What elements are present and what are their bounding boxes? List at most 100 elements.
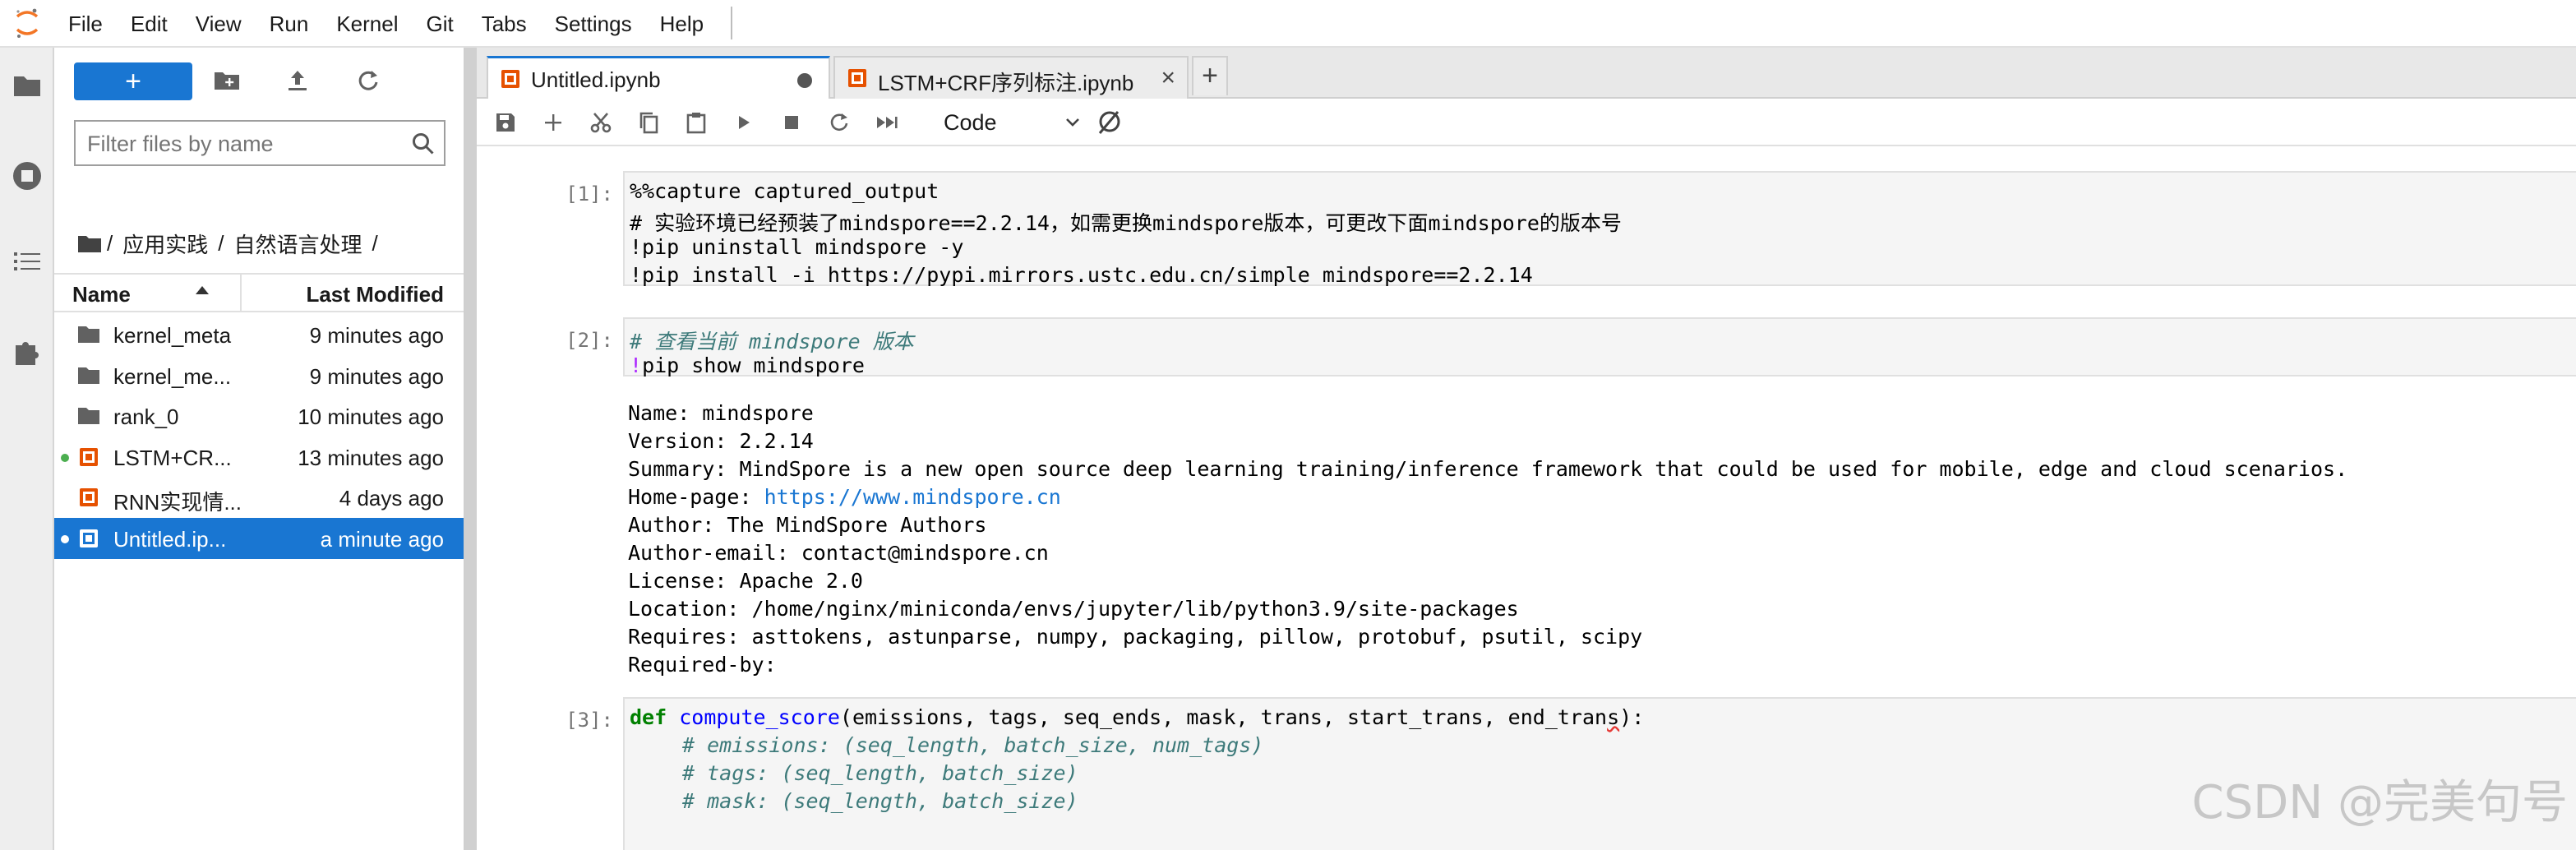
restart-kernel-icon[interactable] (824, 107, 855, 138)
shell-bang: ! (630, 353, 643, 377)
code-comment: # 查看当前 mindspore 版本 (630, 330, 914, 353)
menu-run[interactable]: Run (256, 0, 323, 47)
breadcrumb-separator: / (107, 231, 113, 256)
menu-git[interactable]: Git (412, 0, 467, 47)
upload-icon[interactable] (281, 64, 314, 97)
function-args: (emissions, tags, seq_ends, mask, trans,… (839, 705, 1608, 729)
paste-icon[interactable] (681, 107, 712, 138)
menu-help[interactable]: Help (646, 0, 718, 47)
running-kernels-icon[interactable] (7, 156, 47, 196)
file-row[interactable]: kernel_meta 9 minutes ago (54, 314, 464, 355)
kernel-status-icon[interactable] (1093, 107, 1124, 138)
csdn-watermark: CSDN @完美句号 (2191, 776, 2568, 829)
homepage-label: Home-page: (628, 485, 764, 509)
run-icon[interactable] (728, 107, 759, 138)
restart-run-all-icon[interactable] (871, 107, 903, 138)
breadcrumb: / 应用实践 / 自然语言处理 / (77, 229, 383, 259)
breadcrumb-item-application-practice[interactable]: 应用实践 (122, 229, 208, 259)
menu-settings[interactable]: Settings (541, 0, 646, 47)
notebook-icon (80, 447, 98, 466)
left-activity-bar (0, 48, 54, 850)
shell-command: pip show mindspore (642, 353, 865, 377)
column-divider[interactable] (240, 275, 242, 312)
tab-untitled-notebook[interactable]: Untitled.ipynb (487, 56, 830, 100)
file-last-modified: 13 minutes ago (298, 445, 444, 470)
menu-view[interactable]: View (182, 0, 256, 47)
breadcrumb-separator: / (372, 231, 378, 256)
folder-icon[interactable] (7, 66, 47, 105)
file-last-modified: a minute ago (320, 526, 444, 552)
file-last-modified: 9 minutes ago (309, 363, 444, 389)
table-of-contents-icon[interactable] (7, 242, 47, 281)
column-last-modified-header[interactable]: Last Modified (306, 282, 444, 307)
code-line: # 实验环境已经预装了mindspore==2.2.14，如需更换mindspo… (630, 211, 1622, 235)
column-name-header[interactable]: Name (72, 282, 131, 307)
panel-splitter[interactable] (465, 48, 477, 850)
tab-lstm-crf-notebook[interactable]: LSTM+CRF序列标注.ipynb × (833, 56, 1189, 99)
filter-files-input[interactable] (85, 128, 401, 159)
close-tab-icon[interactable]: × (1161, 64, 1175, 92)
menu-divider (731, 7, 733, 39)
output-line: Summary: MindSpore is a new open source … (628, 457, 2348, 481)
file-last-modified: 4 days ago (339, 486, 444, 510)
output-line: Location: /home/nginx/miniconda/envs/jup… (628, 597, 1519, 621)
save-icon[interactable] (490, 107, 521, 138)
running-indicator-icon (61, 453, 69, 462)
output-line: Author: The MindSpore Authors (628, 513, 987, 537)
function-name: compute_score (679, 705, 840, 729)
notebook-icon (80, 488, 98, 506)
cell-prompt: [1]: (566, 182, 613, 206)
homepage-link[interactable]: https://www.mindspore.cn (764, 485, 1061, 509)
insert-cell-icon[interactable] (538, 107, 569, 138)
file-row[interactable]: rank_0 10 minutes ago (54, 395, 464, 437)
code-line: def compute_score(emissions, tags, seq_e… (630, 705, 1644, 729)
folder-icon (78, 367, 99, 384)
file-row[interactable]: kernel_me... 9 minutes ago (54, 355, 464, 396)
output-line: License: Apache 2.0 (628, 569, 863, 593)
output-line: Author-email: contact@mindspore.cn (628, 541, 1049, 565)
code-cell-editor[interactable]: %%capture captured_output # 实验环境已经预装了min… (623, 171, 2576, 287)
breadcrumb-separator: / (218, 231, 224, 256)
filter-files-input-box[interactable] (74, 120, 445, 166)
menu-tabs[interactable]: Tabs (468, 0, 541, 47)
document-tab-bar: Untitled.ipynb LSTM+CRF序列标注.ipynb × + (477, 48, 2576, 100)
tab-label: Untitled.ipynb (531, 67, 661, 92)
file-name: kernel_meta (113, 323, 232, 348)
file-row[interactable]: RNN实现情... 4 days ago (54, 477, 464, 518)
refresh-icon[interactable] (352, 64, 385, 97)
extensions-puzzle-icon[interactable] (7, 332, 47, 372)
file-row[interactable]: LSTM+CR... 13 minutes ago (54, 437, 464, 478)
output-line: Required-by: (628, 653, 777, 677)
notebook-icon (501, 70, 519, 88)
menu-edit[interactable]: Edit (117, 0, 182, 47)
menu-bar: File Edit View Run Kernel Git Tabs Setti… (0, 0, 2576, 48)
new-launcher-button[interactable]: + (74, 62, 192, 100)
spellcheck-squiggle: s (1607, 705, 1620, 729)
code-line: !pip install -i https://pypi.mirrors.ust… (630, 263, 1533, 287)
notebook-panel[interactable]: [1]: %%capture captured_output # 实验环境已经预… (477, 146, 2576, 850)
notebook-toolbar: Code (477, 99, 2576, 146)
code-line: !pip uninstall mindspore -y (630, 235, 964, 259)
keyword-def: def (630, 705, 667, 729)
new-folder-icon[interactable] (210, 64, 243, 97)
add-tab-button[interactable]: + (1192, 56, 1228, 95)
cut-icon[interactable] (585, 107, 616, 138)
unsaved-indicator-icon[interactable] (797, 73, 812, 88)
copy-icon[interactable] (633, 107, 664, 138)
menu-file[interactable]: File (54, 0, 117, 47)
stop-icon[interactable] (776, 107, 807, 138)
file-row[interactable]: Untitled.ip... a minute ago (54, 517, 464, 559)
output-line: Requires: asttokens, astunparse, numpy, … (628, 625, 1643, 649)
file-last-modified: 9 minutes ago (309, 323, 444, 348)
breadcrumb-item-nlp[interactable]: 自然语言处理 (233, 229, 362, 259)
file-name: rank_0 (113, 404, 179, 429)
cell-prompt: [2]: (566, 329, 613, 352)
cell-type-select[interactable]: Code (944, 107, 1079, 138)
code-cell-editor[interactable]: # 查看当前 mindspore 版本 !pip show mindspore (623, 317, 2576, 377)
home-folder-icon[interactable] (77, 234, 102, 254)
output-line: Home-page: https://www.mindspore.cn (628, 485, 1061, 509)
menu-kernel[interactable]: Kernel (322, 0, 412, 47)
file-name: LSTM+CR... (113, 445, 232, 470)
folder-icon (78, 408, 99, 424)
code-comment: # emissions: (seq_length, batch_size, nu… (682, 733, 1264, 757)
